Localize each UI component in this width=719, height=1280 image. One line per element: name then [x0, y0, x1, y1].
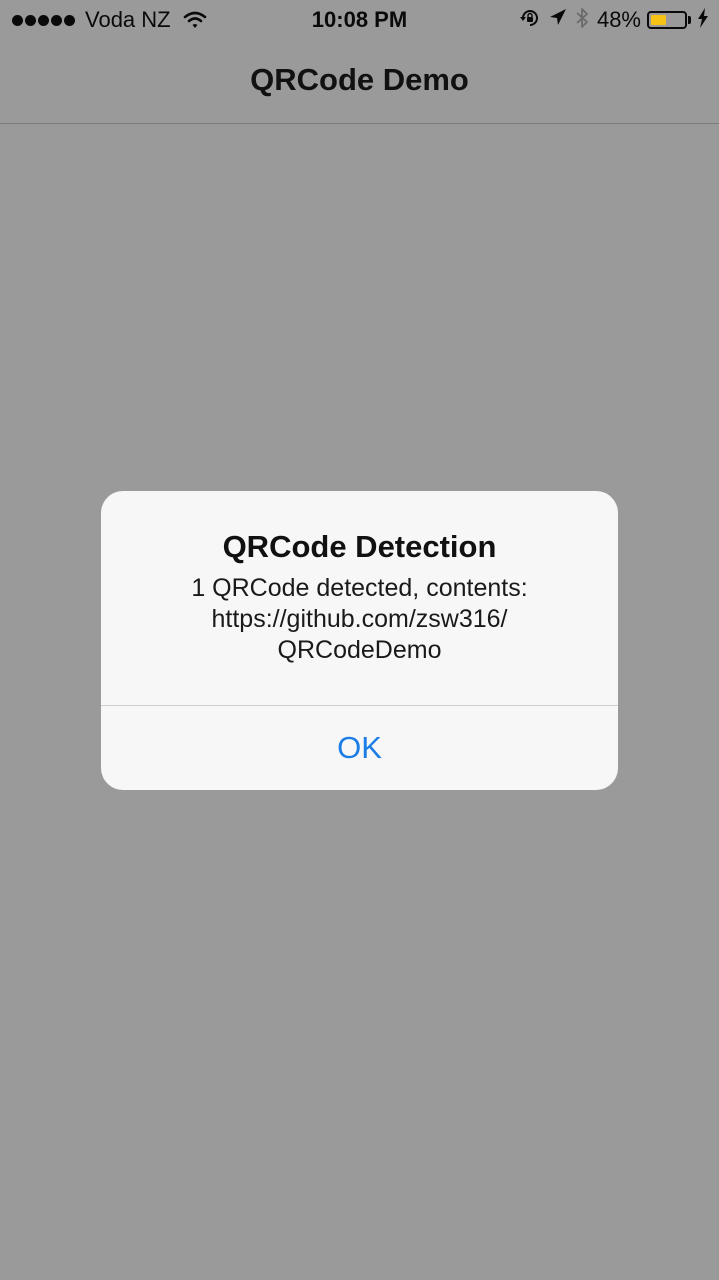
- bluetooth-icon: [575, 6, 589, 35]
- charging-bolt-icon: [697, 7, 709, 33]
- location-icon: [549, 8, 567, 33]
- page-title: QRCode Demo: [250, 62, 469, 97]
- status-right: 48%: [519, 6, 709, 34]
- battery-icon: [647, 11, 687, 29]
- alert-message: 1 QRCode detected, contents: https://git…: [121, 573, 598, 666]
- orientation-lock-icon: [519, 7, 541, 34]
- alert-title: QRCode Detection: [222, 529, 497, 564]
- battery-cap: [688, 16, 691, 24]
- alert-message-line: 1 QRCode detected, contents:: [191, 574, 528, 602]
- alert-dialog: QRCode Detection 1 QRCode detected, cont…: [101, 491, 618, 790]
- battery-fill: [651, 15, 667, 25]
- alert-message-line: QRCodeDemo: [277, 636, 442, 664]
- status-bar: Voda NZ 10:08 PM 48%: [0, 0, 719, 40]
- alert-message-line: https://github.com/zsw316/: [211, 605, 508, 633]
- navigation-bar: QRCode Demo: [0, 40, 719, 124]
- ok-button[interactable]: OK: [101, 706, 618, 790]
- battery-percent: 48%: [596, 7, 641, 32]
